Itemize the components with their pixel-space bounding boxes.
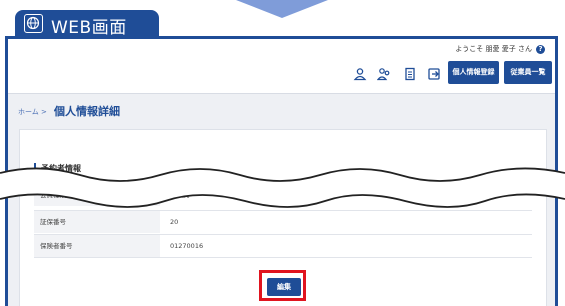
people-icon[interactable] (376, 66, 391, 81)
web-screen-tab: WEB画面 (15, 10, 159, 38)
globe-icon (24, 14, 43, 33)
page-break-waves (0, 167, 565, 208)
table-row: 保険者番号 01270016 (34, 234, 532, 258)
title-bar: ホーム > 個人情報詳細 (8, 93, 555, 128)
personal-info-register-button[interactable]: 個人情報登録 (448, 61, 499, 84)
help-icon[interactable]: ? (536, 44, 545, 54)
greeting-text: ようこそ 朋愛 愛子 さん (455, 45, 532, 53)
logout-icon[interactable] (427, 66, 441, 80)
breadcrumb-separator: > (41, 108, 47, 116)
edit-button-highlight (259, 270, 306, 301)
document-icon[interactable] (403, 66, 417, 81)
tab-label: WEB画面 (51, 18, 127, 38)
breadcrumb-home[interactable]: ホーム (18, 108, 39, 116)
user-greeting: ようこそ 朋愛 愛子 さん? (455, 44, 545, 54)
staff-list-button[interactable]: 従業員一覧 (504, 61, 552, 84)
page-title: 個人情報詳細 (54, 105, 120, 118)
row-label: 保険者番号 (34, 235, 160, 257)
breadcrumb: ホーム > (18, 107, 47, 117)
app-header: ようこそ 朋愛 愛子 さん? 個人情報登録 従業員一覧 (8, 39, 555, 93)
row-value: 01270016 (170, 242, 204, 250)
person-icon[interactable] (353, 66, 367, 81)
down-arrow-decoration (236, 0, 328, 18)
